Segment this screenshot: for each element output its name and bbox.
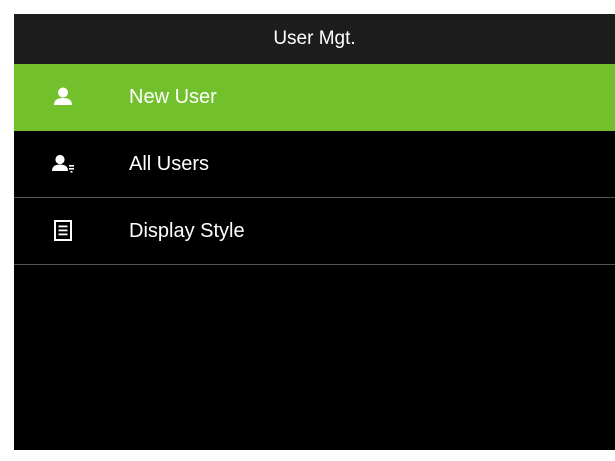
display-style-icon xyxy=(50,218,76,244)
menu-item-display-style[interactable]: Display Style xyxy=(14,198,615,265)
menu-item-label: All Users xyxy=(129,153,210,175)
page-title: User Mgt. xyxy=(14,14,615,64)
menu-item-label: New User xyxy=(129,86,217,108)
menu-item-all-users[interactable]: All Users xyxy=(14,131,615,198)
users-list-icon xyxy=(50,151,76,177)
menu-item-new-user[interactable]: New User xyxy=(14,64,615,131)
device-screen: User Mgt. New User All Users Display Sty… xyxy=(14,14,615,450)
menu-item-label: Display Style xyxy=(129,220,245,242)
user-mgt-menu: New User All Users Display Style xyxy=(14,64,615,265)
user-icon xyxy=(50,84,76,110)
